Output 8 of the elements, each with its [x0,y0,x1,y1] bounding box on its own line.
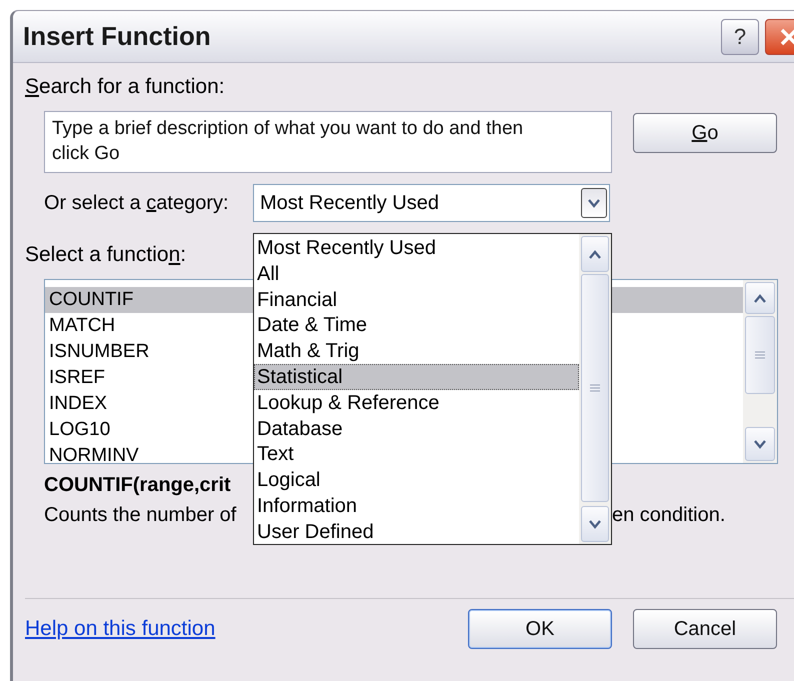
function-description: Counts the number of [44,503,236,528]
category-label: Or select a category: [44,192,230,214]
search-label: Search for a function: [25,75,225,99]
function-list-label: Select a function: [25,243,186,267]
window-title: Insert Function [23,21,211,52]
function-description: en condition. [612,503,726,528]
category-value: Most Recently Used [260,192,439,214]
function-syntax: COUNTIF(range,crit [44,473,231,498]
